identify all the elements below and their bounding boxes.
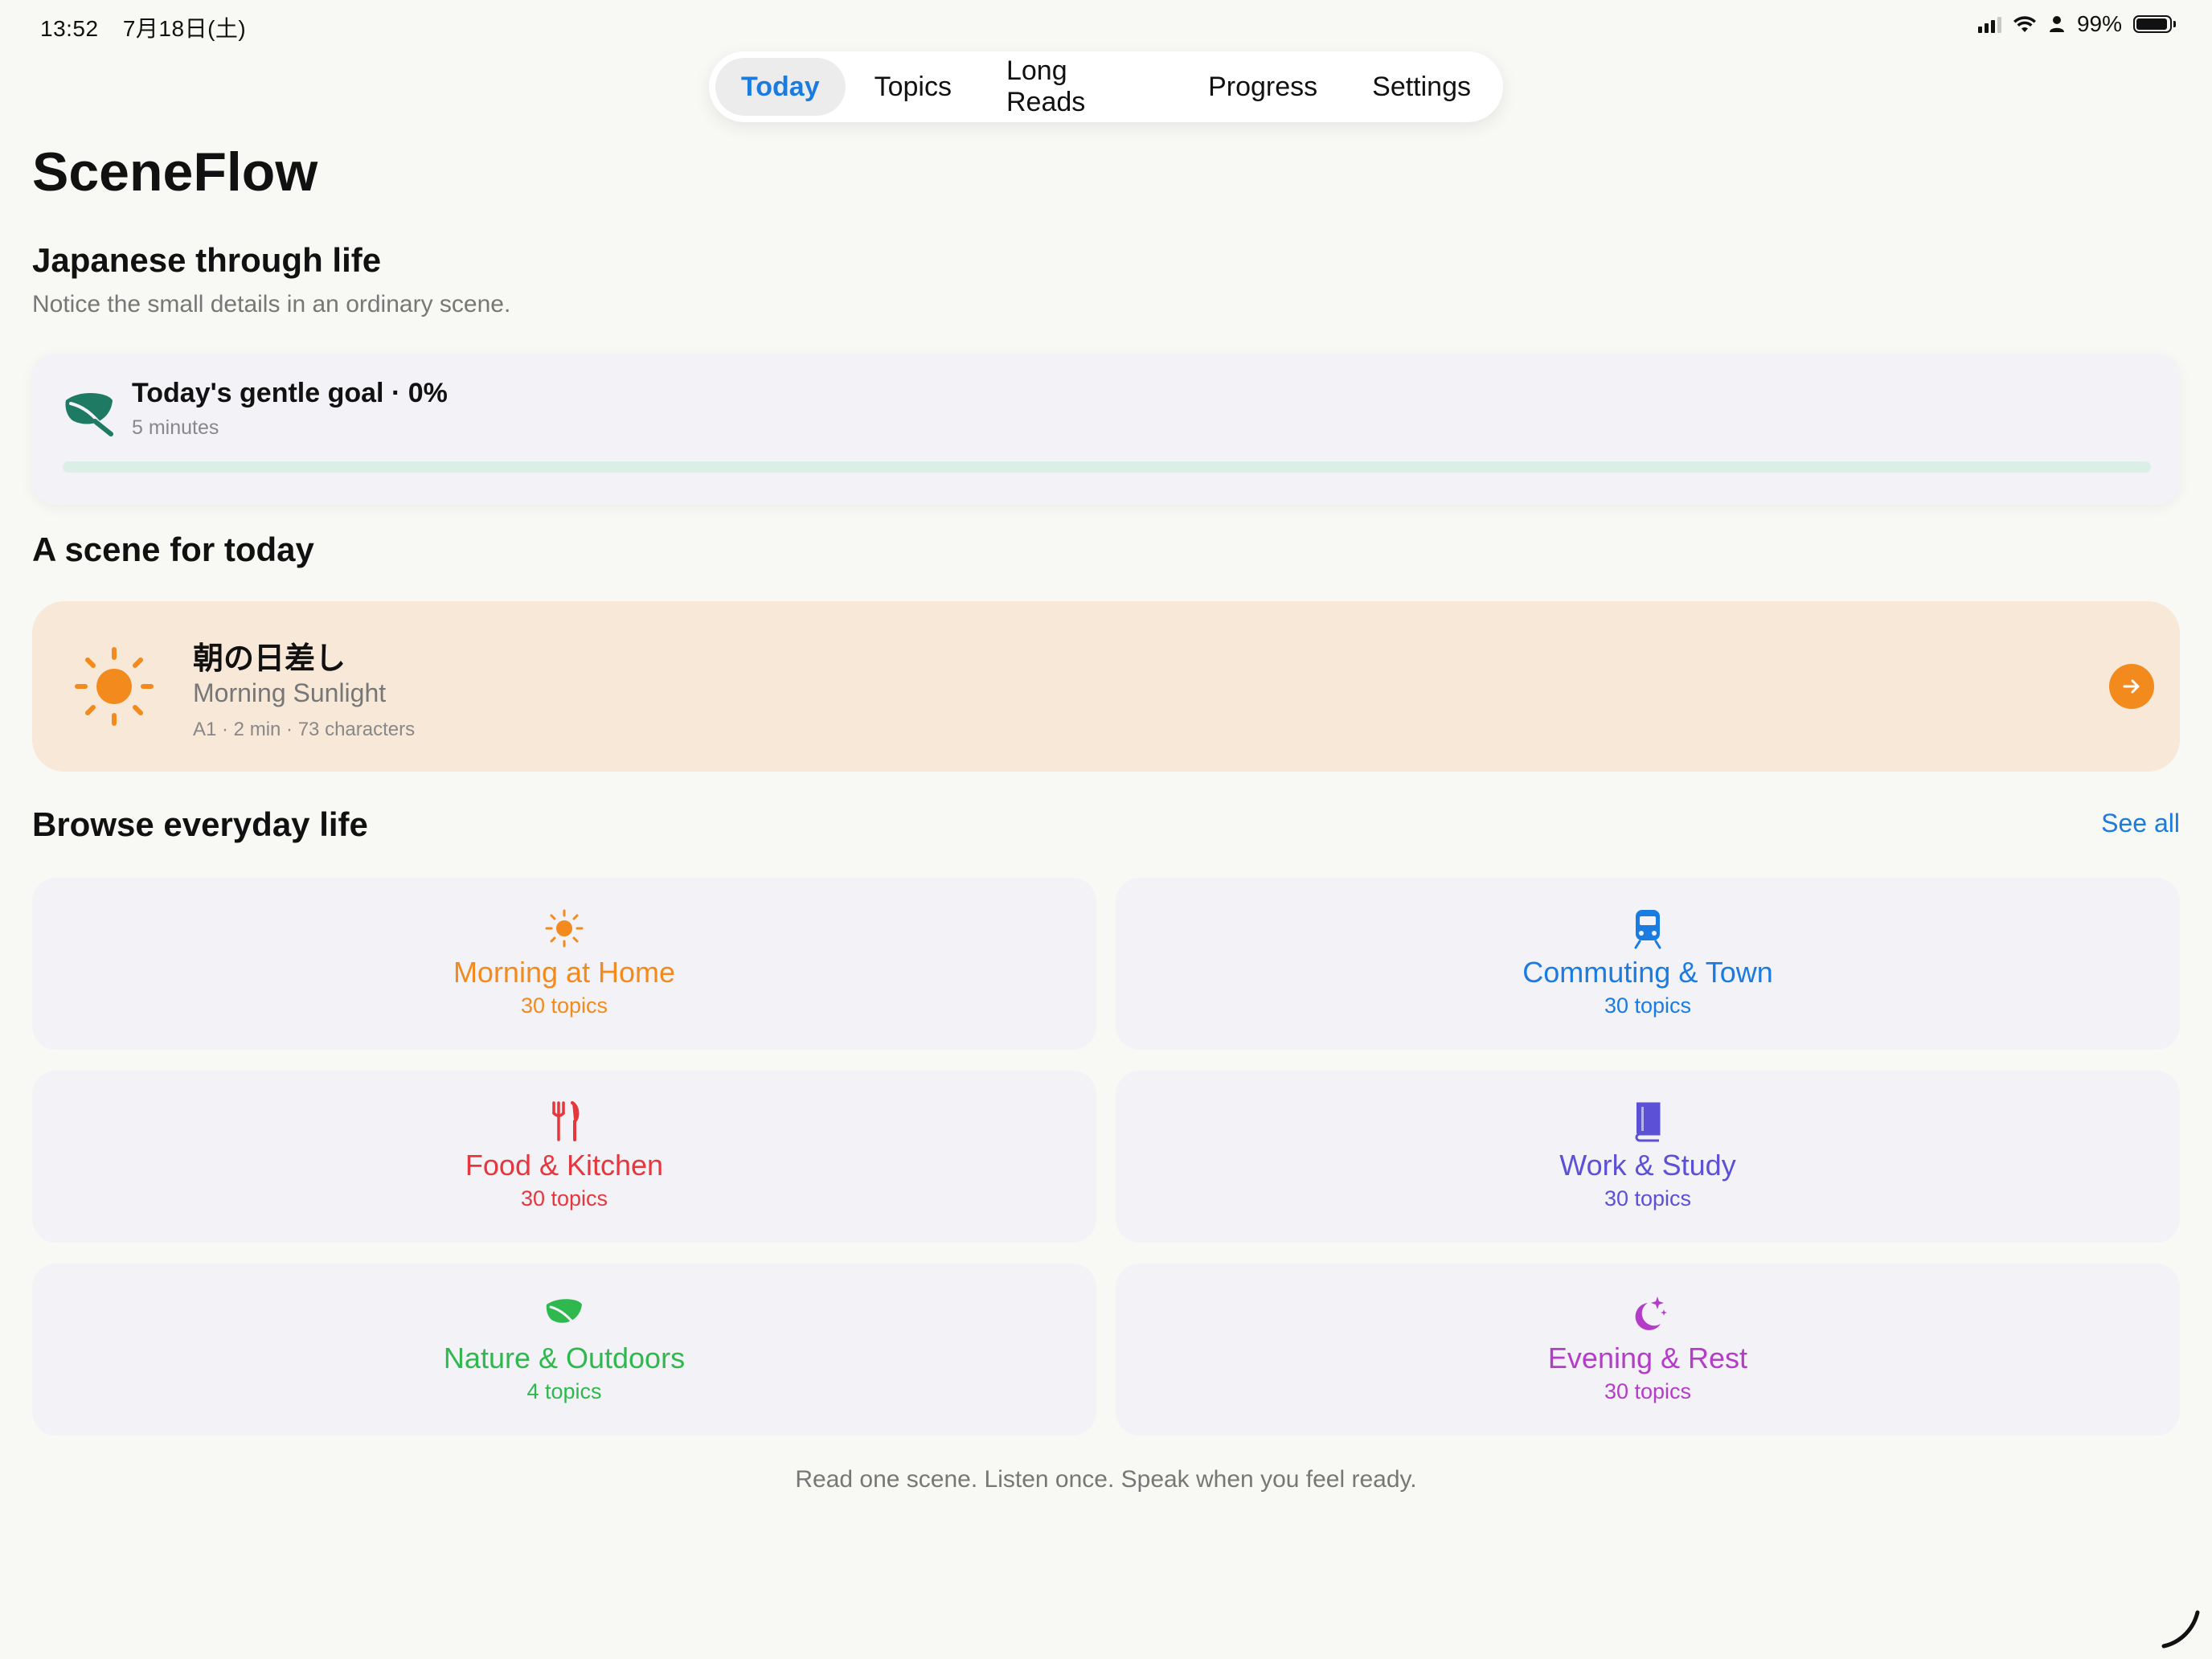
scene-of-the-day-card[interactable]: 朝の日差し Morning Sunlight A1 · 2 min · 73 c… <box>32 601 2180 772</box>
app-title: SceneFlow <box>32 141 318 203</box>
tab-topics[interactable]: Topics <box>849 58 977 116</box>
battery-icon <box>2133 15 2176 33</box>
battery-percent: 99% <box>2076 11 2122 36</box>
scene-meta: A1 · 2 min · 73 characters <box>193 719 416 740</box>
section-subtitle: Notice the small details in an ordinary … <box>32 291 511 317</box>
footer-tagline: Read one scene. Listen once. Speak when … <box>795 1466 1417 1493</box>
moon-stars-icon <box>1635 1296 1667 1330</box>
book-icon <box>1635 1102 1661 1142</box>
arrow-right-icon <box>2123 679 2140 694</box>
category-card-commuting-and-town[interactable]: Commuting & Town 30 topics <box>1116 878 2180 1050</box>
category-card-work-and-study[interactable]: Work & Study 30 topics <box>1116 1071 2180 1243</box>
leaf-icon <box>65 392 113 436</box>
category-name: Evening & Rest <box>1547 1342 1748 1374</box>
category-count: 30 topics <box>520 993 608 1018</box>
leaf-icon <box>546 1299 582 1332</box>
category-card-evening-and-rest[interactable]: Evening & Rest 30 topics <box>1116 1264 2180 1436</box>
tab-settings[interactable]: Settings <box>1346 58 1497 116</box>
category-count: 30 topics <box>1604 1379 1692 1403</box>
status-date: 7月18日(土) <box>122 16 247 41</box>
daily-goal-card: Today's gentle goal · 0% 5 minutes <box>32 354 2180 505</box>
goal-progress-bar <box>63 461 2151 473</box>
section-title-japanese-through-life: Japanese through life <box>32 241 382 279</box>
goal-title: Today's gentle goal · 0% <box>132 378 448 408</box>
category-name: Morning at Home <box>453 956 676 989</box>
see-all-link[interactable]: See all <box>2101 809 2180 838</box>
category-grid: Morning at Home 30 topics Commuting & To… <box>32 878 2180 1436</box>
category-count: 4 topics <box>526 1379 602 1403</box>
category-name: Food & Kitchen <box>465 1149 664 1182</box>
cellular-signal-icon <box>1977 15 2001 33</box>
category-name: Nature & Outdoors <box>443 1342 686 1374</box>
screen: 13:52 7月18日(土) 99% Today Topics Long Rea… <box>0 0 2212 1659</box>
wifi-icon <box>2013 16 2036 32</box>
train-icon <box>1634 910 1661 949</box>
goal-duration: 5 minutes <box>132 416 219 439</box>
category-card-nature-and-outdoors[interactable]: Nature & Outdoors 4 topics <box>32 1264 1096 1436</box>
person-icon <box>2049 16 2064 32</box>
category-count: 30 topics <box>520 1186 608 1210</box>
corner-gesture-indicator <box>2161 1610 2200 1649</box>
category-count: 30 topics <box>1604 1186 1692 1210</box>
sun-icon <box>545 909 584 948</box>
category-name: Work & Study <box>1559 1149 1736 1182</box>
category-count: 30 topics <box>1604 993 1692 1018</box>
scene-title-japanese: 朝の日差し <box>193 642 346 676</box>
fork-knife-icon <box>552 1101 580 1141</box>
category-card-morning-at-home[interactable]: Morning at Home 30 topics <box>32 878 1096 1050</box>
tab-long-reads[interactable]: Long Reads <box>981 55 1179 117</box>
category-name: Commuting & Town <box>1522 956 1773 989</box>
top-tab-bar: Today Topics Long Reads Progress Setting… <box>709 51 1503 122</box>
scene-title-english: Morning Sunlight <box>193 678 387 707</box>
status-bar-left: 13:52 7月18日(土) <box>40 11 264 43</box>
sun-icon <box>75 647 154 726</box>
status-time: 13:52 <box>40 16 99 41</box>
section-title-scene-for-today: A scene for today <box>32 530 314 568</box>
status-bar-right: 99% <box>1977 11 2176 37</box>
category-card-food-and-kitchen[interactable]: Food & Kitchen 30 topics <box>32 1071 1096 1243</box>
tab-today[interactable]: Today <box>715 58 846 116</box>
tab-progress[interactable]: Progress <box>1182 58 1343 116</box>
section-title-browse: Browse everyday life <box>32 805 368 843</box>
scene-open-button[interactable] <box>2109 664 2154 709</box>
